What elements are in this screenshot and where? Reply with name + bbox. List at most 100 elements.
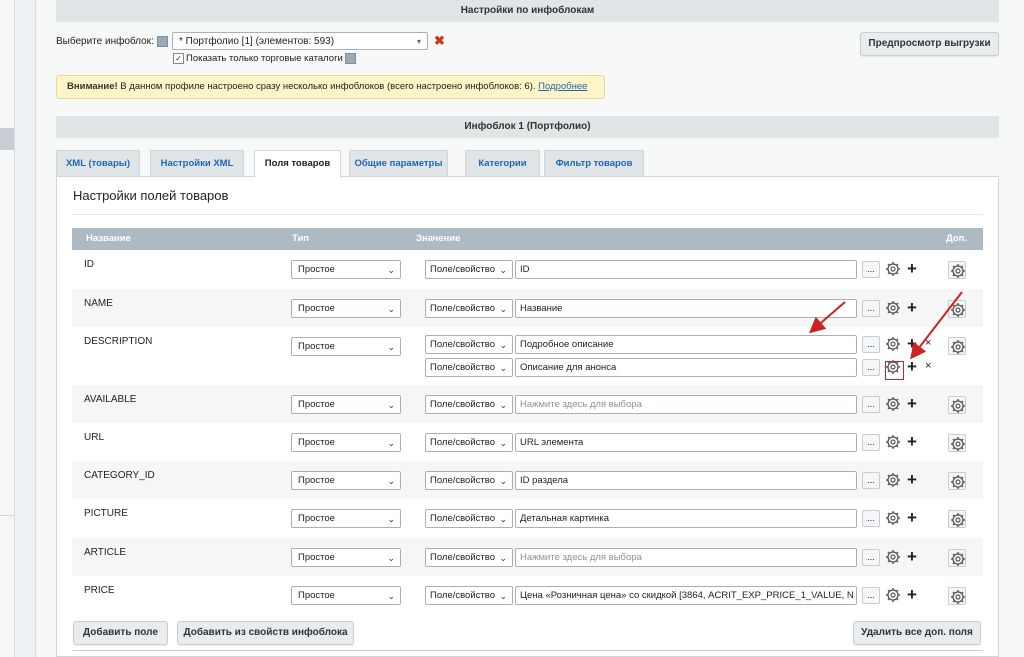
more-button[interactable]: ... bbox=[862, 549, 880, 566]
value-input[interactable]: Подробное описание bbox=[515, 335, 857, 354]
infoblock-select-value: * Портфолио [1] (элементов: 593) bbox=[179, 36, 335, 47]
chevron-down-icon: ⌄ bbox=[499, 438, 507, 448]
value-input[interactable]: Описание для анонса bbox=[515, 358, 857, 377]
settings-gear-icon[interactable] bbox=[885, 396, 901, 412]
help-icon[interactable] bbox=[156, 36, 168, 47]
more-button[interactable]: ... bbox=[862, 300, 880, 317]
settings-gear-icon[interactable] bbox=[885, 336, 901, 352]
extra-settings-icon[interactable] bbox=[948, 396, 966, 414]
more-button[interactable]: ... bbox=[862, 261, 880, 278]
type-select[interactable]: Простое ⌄ bbox=[291, 586, 401, 605]
value-input[interactable]: URL элемента bbox=[515, 433, 857, 452]
type-select[interactable]: Простое ⌄ bbox=[291, 509, 401, 528]
settings-gear-icon[interactable] bbox=[885, 434, 901, 450]
more-button[interactable]: ... bbox=[862, 587, 880, 604]
extra-settings-icon[interactable] bbox=[948, 261, 966, 279]
infoblock-select[interactable]: * Портфолио [1] (элементов: 593) ▾ bbox=[172, 32, 428, 50]
value-input[interactable]: Название bbox=[515, 299, 857, 318]
chevron-down-icon: ▾ bbox=[416, 37, 421, 46]
clear-infoblock-icon[interactable]: ✖ bbox=[434, 33, 445, 49]
type-select[interactable]: Простое ⌄ bbox=[291, 299, 401, 318]
add-value-plus-icon[interactable]: + bbox=[907, 509, 917, 526]
add-from-props-button[interactable]: Добавить из свойств инфоблока bbox=[177, 621, 354, 645]
settings-gear-icon[interactable] bbox=[885, 300, 901, 316]
tab-categories[interactable]: Категории bbox=[465, 150, 540, 176]
extra-settings-icon[interactable] bbox=[948, 587, 966, 605]
extra-settings-icon[interactable] bbox=[948, 472, 966, 490]
more-button[interactable]: ... bbox=[862, 336, 880, 353]
settings-gear-icon[interactable] bbox=[885, 510, 901, 526]
add-value-plus-icon[interactable]: + bbox=[907, 260, 917, 277]
source-select[interactable]: Поле/свойство ⌄ bbox=[425, 395, 513, 414]
show-catalogs-checkbox[interactable]: ✓ bbox=[173, 53, 184, 64]
settings-gear-icon[interactable] bbox=[885, 261, 901, 277]
type-select[interactable]: Простое ⌄ bbox=[291, 548, 401, 567]
type-select[interactable]: Простое ⌄ bbox=[291, 337, 401, 356]
add-value-plus-icon[interactable]: + bbox=[907, 548, 917, 565]
more-button[interactable]: ... bbox=[862, 434, 880, 451]
source-select-value: Поле/свойство bbox=[430, 399, 495, 410]
value-input[interactable]: Нажмите здесь для выбора bbox=[515, 548, 857, 567]
source-select-value: Поле/свойство bbox=[430, 513, 495, 524]
settings-gear-icon[interactable] bbox=[885, 549, 901, 565]
sidebar-selected-item[interactable] bbox=[0, 128, 14, 150]
tab-goods-fields[interactable]: Поля товаров bbox=[254, 150, 341, 178]
type-select[interactable]: Простое ⌄ bbox=[291, 260, 401, 279]
remove-value-icon[interactable]: × bbox=[925, 337, 931, 349]
extra-settings-icon[interactable] bbox=[948, 300, 966, 318]
type-select[interactable]: Простое ⌄ bbox=[291, 395, 401, 414]
value-input[interactable]: ID bbox=[515, 260, 857, 279]
extra-settings-icon[interactable] bbox=[948, 549, 966, 567]
extra-settings-icon[interactable] bbox=[948, 337, 966, 355]
tab-xml-goods[interactable]: XML (товары) bbox=[56, 150, 140, 176]
add-value-plus-icon[interactable]: + bbox=[907, 433, 917, 450]
source-select[interactable]: Поле/свойство ⌄ bbox=[425, 548, 513, 567]
chevron-down-icon: ⌄ bbox=[499, 514, 507, 524]
more-button[interactable]: ... bbox=[862, 510, 880, 527]
add-value-plus-icon[interactable]: + bbox=[907, 335, 917, 352]
source-select[interactable]: Поле/свойство ⌄ bbox=[425, 358, 513, 377]
extra-settings-icon[interactable] bbox=[948, 510, 966, 528]
field-name: PRICE bbox=[84, 585, 115, 596]
type-select[interactable]: Простое ⌄ bbox=[291, 471, 401, 490]
more-button[interactable]: ... bbox=[862, 396, 880, 413]
warning-more-link[interactable]: Подробнее bbox=[538, 81, 587, 92]
settings-gear-icon[interactable] bbox=[885, 587, 901, 603]
add-value-plus-icon[interactable]: + bbox=[907, 299, 917, 316]
tab-general-params[interactable]: Общие параметры bbox=[349, 150, 448, 176]
preview-export-button[interactable]: Предпросмотр выгрузки bbox=[860, 32, 999, 56]
table-row: PICTURE Простое ⌄ Поле/свойство ⌄ Детальная к… bbox=[72, 499, 983, 538]
help-icon[interactable] bbox=[345, 53, 357, 64]
value-input[interactable]: Цена «Розничная цена» со скидкой [3864, … bbox=[515, 586, 857, 605]
source-select[interactable]: Поле/свойство ⌄ bbox=[425, 260, 513, 279]
type-select[interactable]: Простое ⌄ bbox=[291, 433, 401, 452]
delete-extra-fields-button[interactable]: Удалить все доп. поля bbox=[853, 621, 981, 645]
tab-xml-settings[interactable]: Настройки XML bbox=[150, 150, 244, 176]
more-button[interactable]: ... bbox=[862, 359, 880, 376]
value-input[interactable]: ID раздела bbox=[515, 471, 857, 490]
source-select[interactable]: Поле/свойство ⌄ bbox=[425, 471, 513, 490]
chevron-down-icon: ⌄ bbox=[499, 553, 507, 563]
settings-gear-icon[interactable] bbox=[885, 472, 901, 488]
add-value-plus-icon[interactable]: + bbox=[907, 358, 917, 375]
add-value-plus-icon[interactable]: + bbox=[907, 395, 917, 412]
more-button[interactable]: ... bbox=[862, 472, 880, 489]
source-select[interactable]: Поле/свойство ⌄ bbox=[425, 433, 513, 452]
table-row: CATEGORY_ID Простое ⌄ Поле/свойство ⌄ ID разд… bbox=[72, 461, 983, 499]
source-select[interactable]: Поле/свойство ⌄ bbox=[425, 509, 513, 528]
source-select[interactable]: Поле/свойство ⌄ bbox=[425, 335, 513, 354]
add-field-button[interactable]: Добавить поле bbox=[73, 621, 168, 645]
add-value-plus-icon[interactable]: + bbox=[907, 586, 917, 603]
tab-goods-filter[interactable]: Фильтр товаров bbox=[544, 150, 644, 176]
chevron-down-icon: ⌄ bbox=[387, 304, 395, 314]
source-select[interactable]: Поле/свойство ⌄ bbox=[425, 586, 513, 605]
value-input[interactable]: Нажмите здесь для выбора bbox=[515, 395, 857, 414]
show-catalogs-label: Показать только торговые каталоги bbox=[186, 53, 357, 64]
remove-value-icon[interactable]: × bbox=[925, 360, 931, 372]
value-input[interactable]: Детальная картинка bbox=[515, 509, 857, 528]
chevron-down-icon: ⌄ bbox=[387, 476, 395, 486]
chevron-down-icon: ⌄ bbox=[499, 304, 507, 314]
source-select[interactable]: Поле/свойство ⌄ bbox=[425, 299, 513, 318]
extra-settings-icon[interactable] bbox=[948, 434, 966, 452]
add-value-plus-icon[interactable]: + bbox=[907, 471, 917, 488]
